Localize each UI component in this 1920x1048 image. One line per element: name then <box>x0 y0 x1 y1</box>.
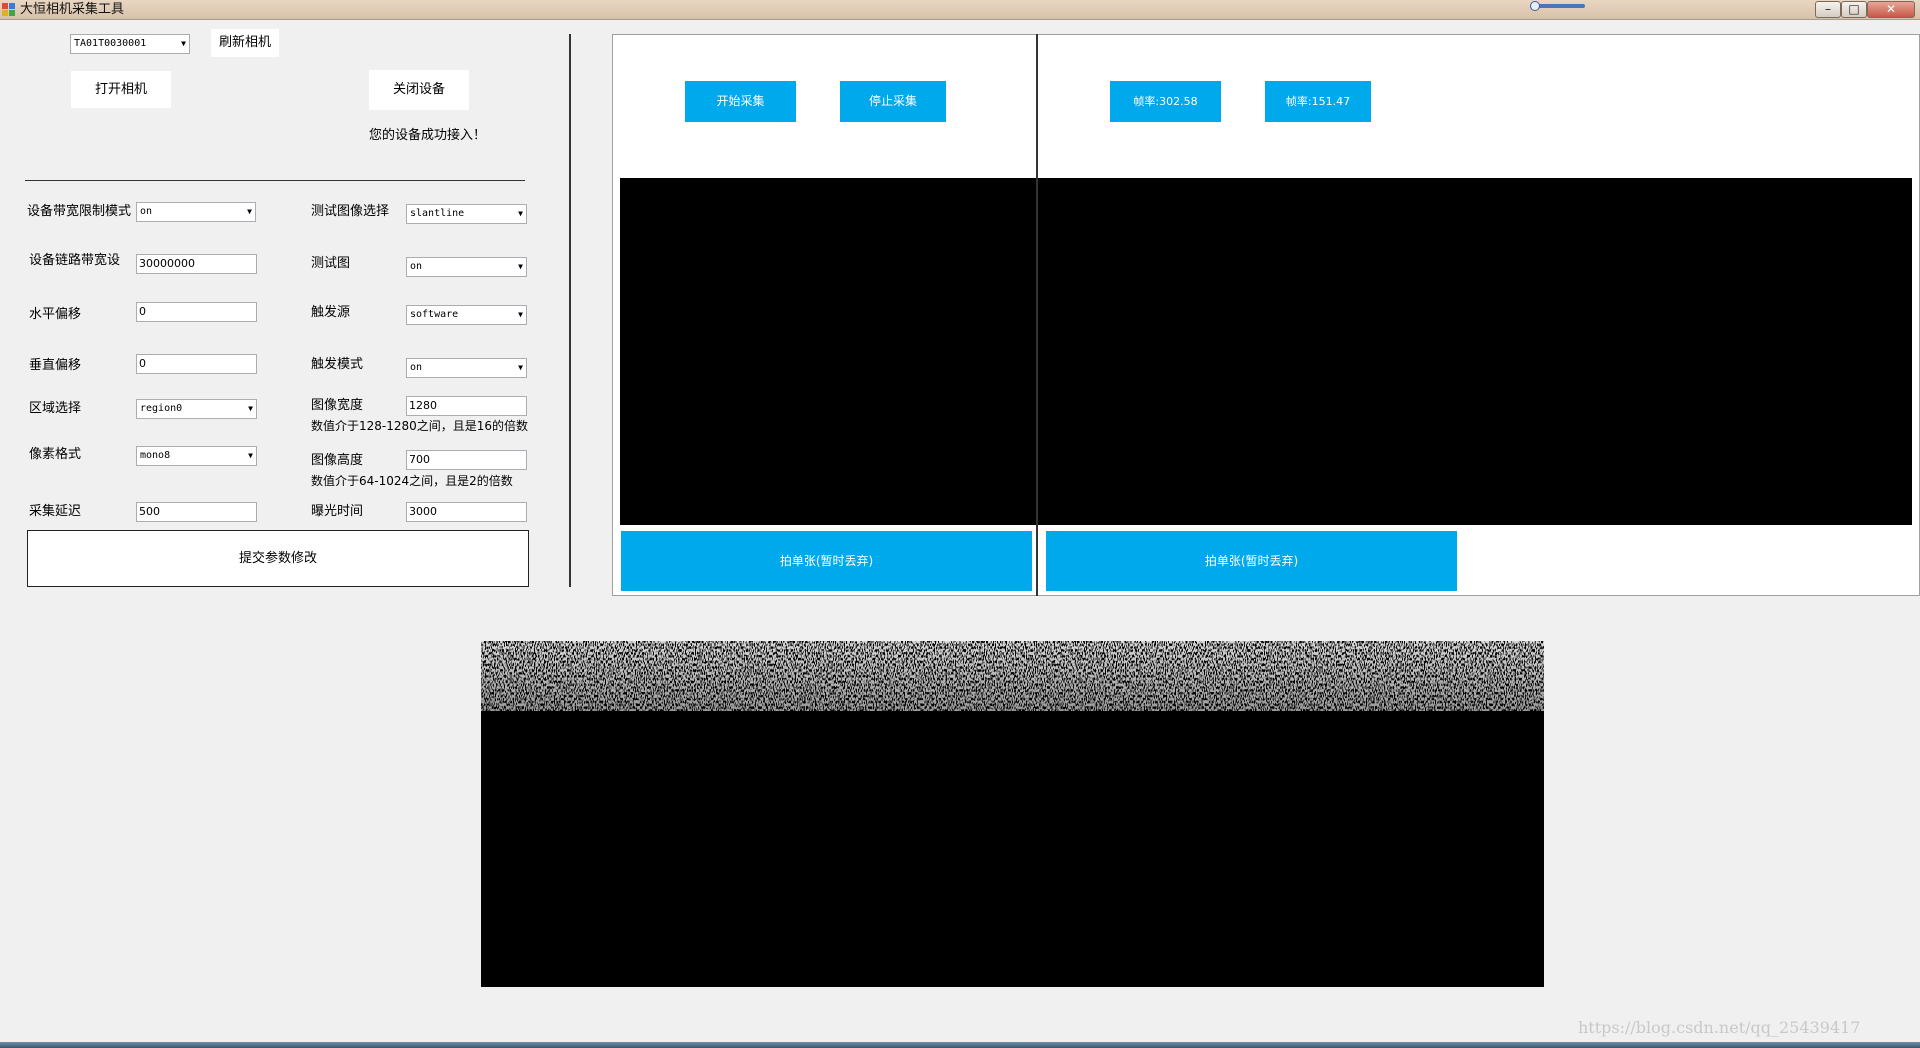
close-window-button[interactable]: ✕ <box>1867 1 1915 18</box>
camera-select-value: TA01T0030001 <box>74 38 147 49</box>
separator-line <box>25 180 525 181</box>
chevron-down-icon: ▼ <box>248 451 253 460</box>
pixel-format-select[interactable]: mono8 ▼ <box>136 446 257 466</box>
bandwidth-mode-label: 设备带宽限制模式 <box>27 204 132 219</box>
offset-x-input[interactable]: 0 <box>136 302 257 322</box>
height-hint: 数值介于64-1024之间，且是2的倍数 <box>311 474 513 488</box>
trigger-mode-value: on <box>410 362 423 373</box>
preview-image-2 <box>1038 178 1912 525</box>
fps-display-2: 帧率:151.47 <box>1265 81 1371 122</box>
test-image-label: 测试图 <box>311 256 351 271</box>
trigger-source-label: 触发源 <box>311 305 351 320</box>
chevron-down-icon: ▼ <box>518 363 523 372</box>
test-image-select-label: 测试图像选择 <box>311 204 390 219</box>
offset-y-input[interactable]: 0 <box>136 354 257 374</box>
height-label: 图像高度 <box>311 453 364 468</box>
taskbar[interactable] <box>0 1042 1920 1048</box>
app-icon <box>2 3 15 16</box>
region-select[interactable]: region0 ▼ <box>136 399 257 419</box>
trigger-mode-select[interactable]: on ▼ <box>406 358 527 378</box>
test-image-value: on <box>410 261 423 272</box>
open-camera-button[interactable]: 打开相机 <box>70 70 172 109</box>
window-title: 大恒相机采集工具 <box>20 2 125 17</box>
acq-delay-input[interactable]: 500 <box>136 502 257 522</box>
pixel-format-label: 像素格式 <box>29 447 82 462</box>
offset-x-label: 水平偏移 <box>29 307 82 322</box>
submit-params-button[interactable]: 提交参数修改 <box>27 530 529 587</box>
chevron-down-icon: ▼ <box>518 262 523 271</box>
region-label: 区域选择 <box>29 401 82 416</box>
chevron-down-icon: ▼ <box>518 209 523 218</box>
maximize-button[interactable]: □ <box>1841 1 1867 18</box>
captured-image <box>481 641 1544 987</box>
trigger-mode-label: 触发模式 <box>311 357 364 372</box>
test-image-select-on[interactable]: on ▼ <box>406 257 527 277</box>
chevron-down-icon: ▼ <box>518 310 523 319</box>
bandwidth-mode-value: on <box>140 206 153 217</box>
title-bar[interactable] <box>0 0 1920 20</box>
preview-image-1 <box>620 178 1036 525</box>
watermark-text: https://blog.csdn.net/qq_25439417 <box>1578 1018 1861 1037</box>
exposure-label: 曝光时间 <box>311 504 364 519</box>
pixel-format-value: mono8 <box>140 450 171 461</box>
refresh-camera-button[interactable]: 刷新相机 <box>210 28 280 58</box>
width-label: 图像宽度 <box>311 398 364 413</box>
trigger-source-value: software <box>410 309 459 320</box>
offset-y-label: 垂直偏移 <box>29 358 82 373</box>
link-bandwidth-label: 设备链路带宽设 <box>29 253 121 268</box>
width-input[interactable]: 1280 <box>406 396 527 416</box>
acq-delay-label: 采集延迟 <box>29 504 82 519</box>
camera-select[interactable]: TA01T0030001 ▼ <box>70 34 190 54</box>
zoom-slider-handle[interactable] <box>1530 1 1540 11</box>
slantline-noise-image <box>481 641 1544 711</box>
start-capture-button[interactable]: 开始采集 <box>685 81 796 122</box>
stop-capture-button[interactable]: 停止采集 <box>840 81 946 122</box>
chevron-down-icon: ▼ <box>248 404 253 413</box>
device-status-text: 您的设备成功接入！ <box>369 128 487 143</box>
link-bandwidth-input[interactable]: 30000000 <box>136 254 257 274</box>
vertical-divider <box>569 34 571 587</box>
close-device-button[interactable]: 关闭设备 <box>368 69 470 111</box>
height-input[interactable]: 700 <box>406 450 527 470</box>
exposure-input[interactable]: 3000 <box>406 502 527 522</box>
snap-single-button-2[interactable]: 拍单张(暂时丢弃) <box>1046 531 1457 591</box>
chevron-down-icon: ▼ <box>181 39 186 48</box>
minimize-button[interactable]: – <box>1815 1 1841 18</box>
fps-display-1: 帧率:302.58 <box>1110 81 1221 122</box>
trigger-source-select[interactable]: software ▼ <box>406 305 527 325</box>
region-value: region0 <box>140 403 183 414</box>
width-hint: 数值介于128-1280之间，且是16的倍数 <box>311 419 529 433</box>
chevron-down-icon: ▼ <box>247 207 252 216</box>
test-image-select-value: slantline <box>410 208 465 219</box>
test-image-select[interactable]: slantline ▼ <box>406 204 527 224</box>
snap-single-button-1[interactable]: 拍单张(暂时丢弃) <box>621 531 1032 591</box>
bandwidth-mode-select[interactable]: on ▼ <box>136 202 256 222</box>
